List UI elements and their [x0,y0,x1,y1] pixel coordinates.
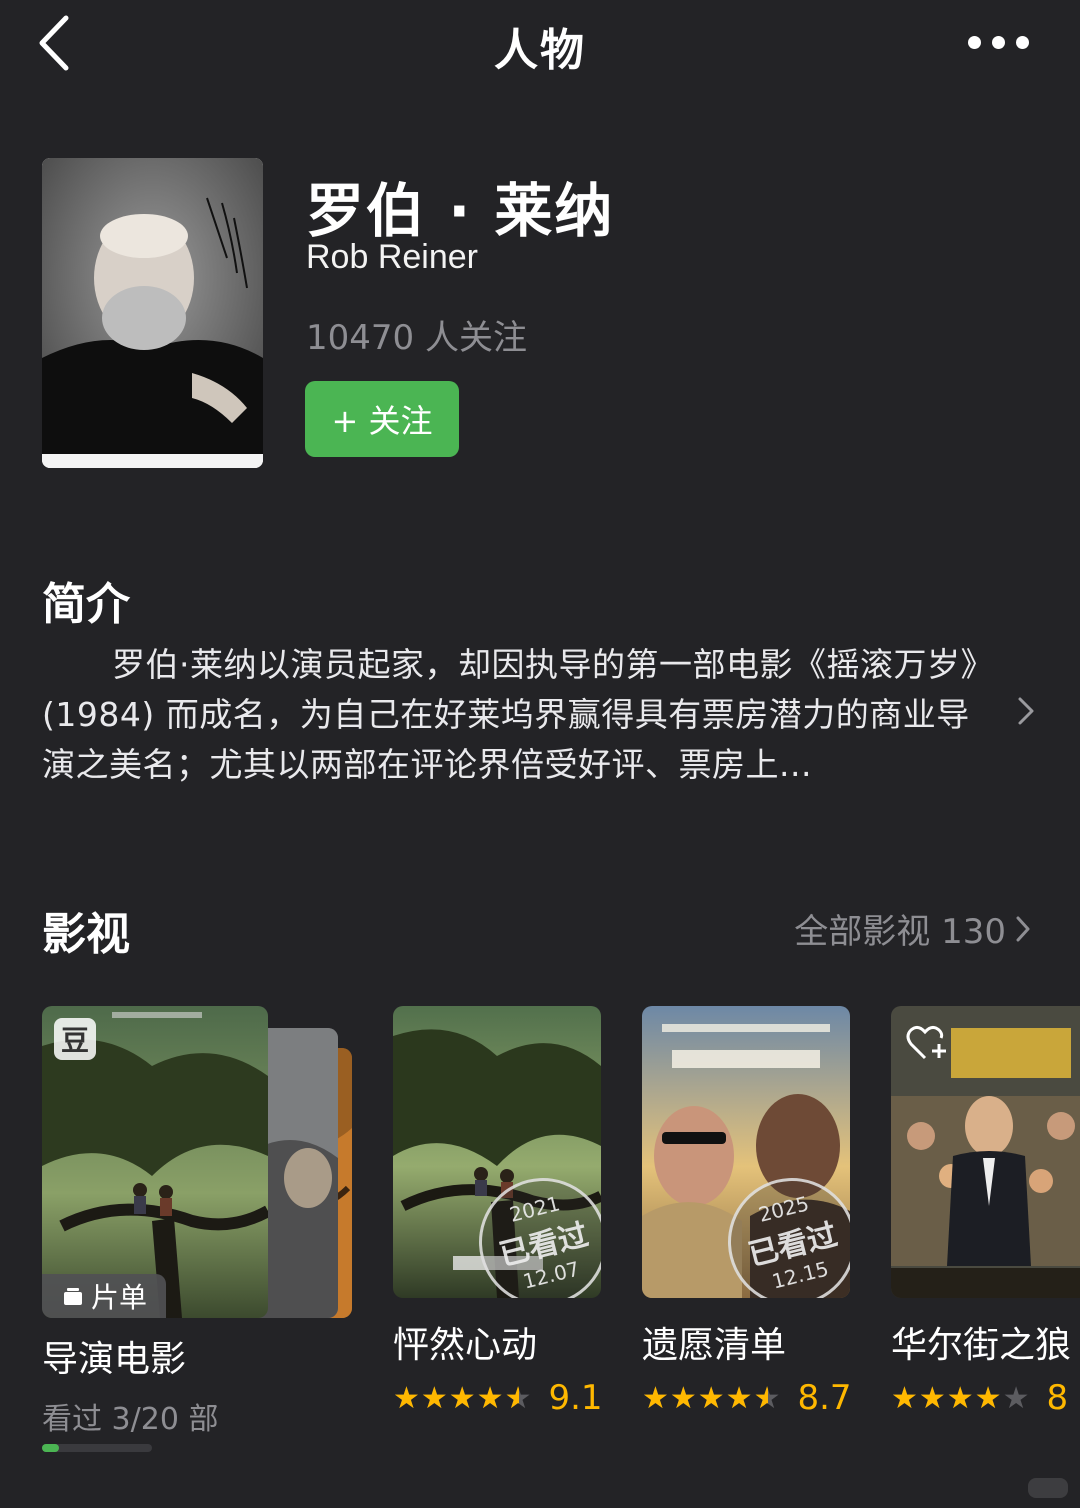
intro-expand-button[interactable] [1012,694,1038,728]
chevron-right-icon [1016,916,1030,941]
director-film-list-card[interactable]: 豆 [42,1006,362,1318]
movie-rating: ★★★★★★★★★★ 8 [891,1378,1080,1418]
intro-text[interactable]: 罗伯·莱纳以演员起家，却因执导的第一部电影《摇滚万岁》(1984) 而成名，为自… [42,640,994,790]
playlist-tag: 片单 [42,1274,166,1318]
movie-score: 8.7 [797,1378,852,1418]
more-options-button[interactable] [960,24,1036,62]
movie-poster [891,1006,1080,1298]
all-works-link[interactable]: 全部影视 130 [794,904,1032,953]
film-list-progress-bar [42,1444,152,1452]
favorite-add-icon[interactable] [905,1022,949,1062]
movie-rating: ★★★★★★★★★★ 8.7 [642,1378,852,1418]
follower-count: 10470 人关注 [306,318,527,358]
film-list-title[interactable]: 导演电影 [42,1330,186,1382]
movie-poster: 2025 已看过 12.15 [642,1006,850,1298]
star-rating-icon: ★★★★★★★★★★ [891,1380,1031,1416]
follow-button[interactable]: + 关注 [305,381,459,457]
movie-title: 遗愿清单 [642,1325,787,1366]
douban-logo-icon: 豆 [54,1018,96,1060]
stack-poster-front: 豆 [42,1006,268,1318]
film-list-progress-text: 看过 3/20 部 [42,1402,219,1437]
movie-card[interactable]: 华尔街之狼 ★★★★★★★★★★ 8 [891,1006,1080,1418]
movie-poster: 2021 已看过 12.07 [393,1006,601,1298]
ellipsis-icon [968,36,981,49]
app-watermark-icon [1028,1478,1068,1498]
movie-title: 怦然心动 [393,1325,538,1366]
playlist-tag-label: 片单 [90,1281,147,1314]
star-rating-icon: ★★★★★★★★★★ [642,1380,782,1416]
intro-heading: 简介 [42,579,130,630]
movie-card[interactable]: 2025 已看过 12.15 遗愿清单 ★★★★★★★★★★ 8.7 [642,1006,852,1418]
works-heading: 影视 [42,909,130,960]
movie-score: 8 [1046,1378,1069,1418]
movie-score: 9.1 [548,1378,603,1418]
person-name-english: Rob Reiner [306,238,478,276]
list-icon [63,1288,82,1305]
movie-card[interactable]: 2021 已看过 12.07 怦然心动 ★★★★★★★★★★ 9.1 [393,1006,603,1418]
chevron-right-icon [1018,697,1034,725]
page-title: 人物 [494,25,586,76]
person-photo[interactable] [42,158,263,468]
person-name-chinese: 罗伯 · 莱纳 [306,177,615,245]
star-rating-icon: ★★★★★★★★★★ [393,1380,533,1416]
all-works-label: 全部影视 130 [794,912,1006,952]
progress-fill [42,1444,59,1452]
movie-title: 华尔街之狼 [891,1325,1072,1366]
movie-rating: ★★★★★★★★★★ 9.1 [393,1378,603,1418]
top-nav-bar: 人物 [0,0,1080,90]
